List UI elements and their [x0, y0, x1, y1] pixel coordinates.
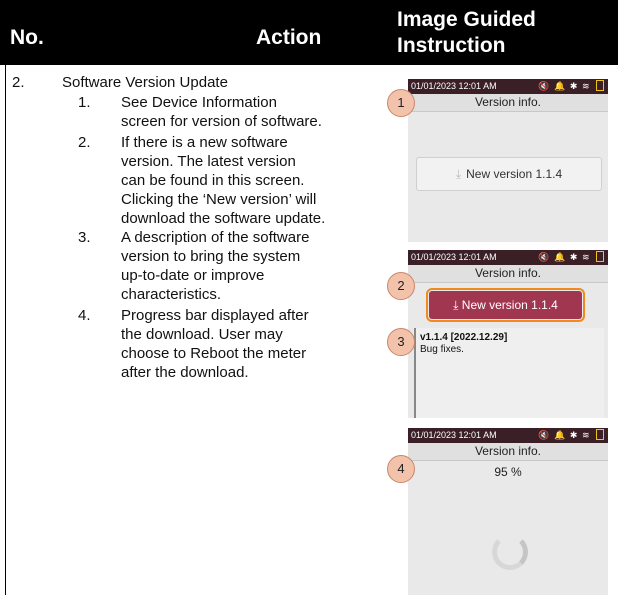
step-3-line-2: version to bring the system [121, 248, 301, 265]
step-3-line-1: A description of the software [121, 229, 310, 246]
screen-title: Version info. [408, 94, 608, 112]
step-1-number: 1. [78, 94, 91, 111]
bell-icon: 🔔 [554, 252, 567, 262]
header-action: Action [256, 26, 322, 49]
download-icon: ⤓ [453, 298, 462, 312]
step-1-line-1: See Device Information [121, 94, 277, 111]
new-version-button-highlighted[interactable]: ⤓ New version 1.1.4 [426, 288, 585, 322]
bell-icon: 🔔 [554, 430, 567, 440]
spinner-icon [492, 534, 528, 570]
status-time: 01/01/2023 12:01 AM [411, 252, 497, 262]
step-4-line-4: after the download. [121, 364, 249, 381]
description-version: v1.1.4 [2022.12.29] [420, 332, 508, 343]
bluetooth-icon: ✱ [569, 81, 579, 91]
device-screen-1: 01/01/2023 12:01 AM 🔇 🔔 ✱ ≋ Version info… [408, 79, 608, 242]
callout-2: 2 [387, 272, 415, 300]
wifi-icon: ≋ [581, 430, 591, 440]
callout-4: 4 [387, 455, 415, 483]
wifi-icon: ≋ [581, 81, 591, 91]
status-time: 01/01/2023 12:01 AM [411, 81, 497, 91]
battery-icon [596, 251, 604, 263]
mute-icon: 🔇 [538, 430, 551, 440]
step-1-line-2: screen for version of software. [121, 113, 322, 130]
screen-title: Version info. [408, 265, 608, 283]
left-border [5, 65, 6, 595]
step-2-number: 2. [78, 134, 91, 151]
wifi-icon: ≋ [581, 252, 591, 262]
step-4-number: 4. [78, 307, 91, 324]
step-2-line-5: download the software update. [121, 210, 326, 227]
download-icon: ⤓ [455, 167, 462, 181]
step-4-line-1: Progress bar displayed after [121, 307, 309, 324]
step-2-line-2: version. The latest version [121, 153, 296, 170]
row-number: 2. [12, 74, 25, 91]
battery-icon [596, 80, 604, 92]
new-version-button[interactable]: ⤓ New version 1.1.4 [416, 157, 602, 191]
row-title: Software Version Update [62, 74, 228, 91]
callout-1: 1 [387, 89, 415, 117]
status-time: 01/01/2023 12:01 AM [411, 430, 497, 440]
step-4-line-2: the download. User may [121, 326, 283, 343]
header-no: No. [10, 26, 44, 49]
description-text: Bug fixes. [420, 344, 464, 355]
step-2-line-3: can be found in this screen. [121, 172, 305, 189]
step-3-line-3: up-to-date or improve [121, 267, 265, 284]
step-4-line-3: choose to Reboot the meter [121, 345, 307, 362]
step-2-line-4: Clicking the ‘New version’ will [121, 191, 317, 208]
version-description: v1.1.4 [2022.12.29] Bug fixes. [414, 328, 604, 418]
battery-icon [596, 429, 604, 441]
status-bar: 01/01/2023 12:01 AM 🔇 🔔 ✱ ≋ [408, 250, 608, 265]
status-bar: 01/01/2023 12:01 AM 🔇 🔔 ✱ ≋ [408, 428, 608, 443]
step-3-line-4: characteristics. [121, 286, 222, 303]
header-image-guided-instruction: Image Guided Instruction [397, 8, 536, 57]
callout-3: 3 [387, 328, 415, 356]
device-screen-2: 01/01/2023 12:01 AM 🔇 🔔 ✱ ≋ Version info… [408, 250, 608, 418]
bell-icon: 🔔 [554, 81, 567, 91]
mute-icon: 🔇 [538, 252, 551, 262]
screen-title: Version info. [408, 443, 608, 461]
bluetooth-icon: ✱ [569, 252, 579, 262]
step-2-line-1: If there is a new software [121, 134, 288, 151]
status-bar: 01/01/2023 12:01 AM 🔇 🔔 ✱ ≋ [408, 79, 608, 94]
mute-icon: 🔇 [538, 81, 551, 91]
table-header: No. Action Image Guided Instruction [0, 0, 618, 65]
device-screen-3: 01/01/2023 12:01 AM 🔇 🔔 ✱ ≋ Version info… [408, 428, 608, 595]
progress-percent: 95 % [494, 465, 522, 479]
bluetooth-icon: ✱ [569, 430, 579, 440]
step-3-number: 3. [78, 229, 91, 246]
